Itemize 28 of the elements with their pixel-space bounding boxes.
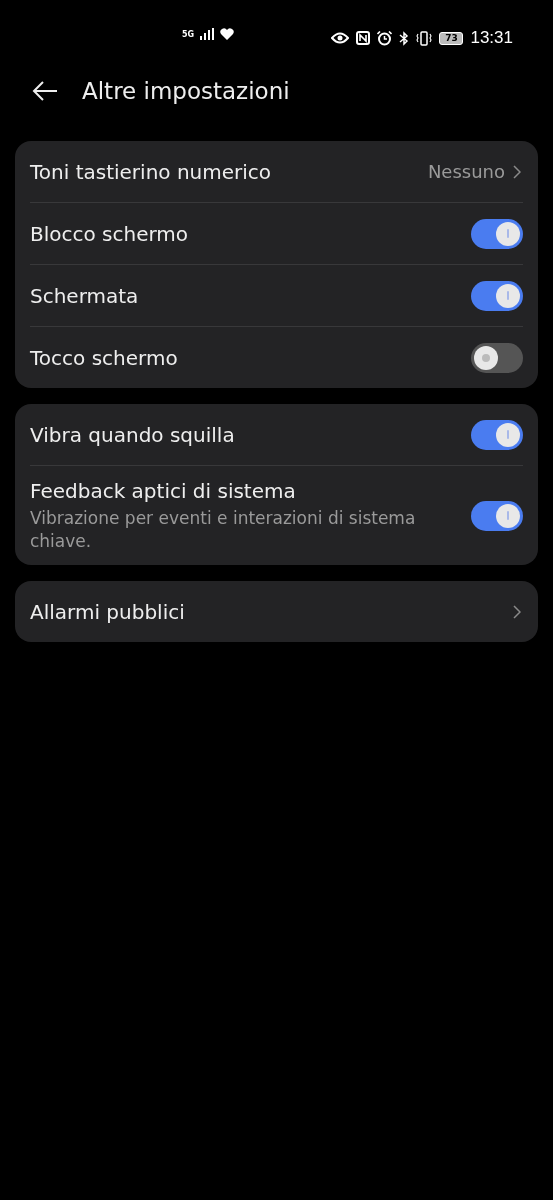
setting-label[interactable]: Vibra quando squilla: [30, 422, 463, 447]
toggle-switch[interactable]: [471, 280, 523, 311]
battery-icon: 73: [439, 31, 464, 45]
clock-time: 13:31: [470, 28, 513, 48]
toggle-switch[interactable]: [471, 419, 523, 450]
setting-value[interactable]: Nessuno: [427, 161, 505, 182]
setting-label[interactable]: Allarmi pubblici: [30, 599, 505, 624]
chevron-icon: [513, 164, 521, 179]
network-label: 5G: [182, 29, 195, 39]
vibrate-icon: [416, 30, 433, 46]
page-title: Altre impostazioni: [82, 78, 290, 104]
setting-description: Vibrazione per eventi e interazioni di sistema chiave.: [30, 506, 417, 553]
toggle-switch[interactable]: [471, 218, 523, 249]
signal-icon: [200, 28, 215, 40]
nfc-icon: [356, 31, 371, 45]
chevron-icon: [513, 604, 521, 619]
setting-label[interactable]: Feedback aptici di sistema: [30, 478, 463, 503]
toggle-switch[interactable]: [471, 500, 523, 531]
setting-label[interactable]: Blocco schermo: [30, 221, 463, 246]
bluetooth-icon: [399, 30, 410, 46]
setting-label[interactable]: Tocco schermo: [30, 345, 463, 370]
eye-icon: [331, 32, 350, 44]
heart-icon: [220, 28, 235, 40]
setting-label[interactable]: Schermata: [30, 283, 463, 308]
alarm-icon: [377, 30, 393, 46]
back-arrow-icon[interactable]: [32, 80, 58, 102]
setting-label[interactable]: Toni tastierino numerico: [30, 159, 420, 184]
toggle-switch[interactable]: [471, 342, 523, 373]
